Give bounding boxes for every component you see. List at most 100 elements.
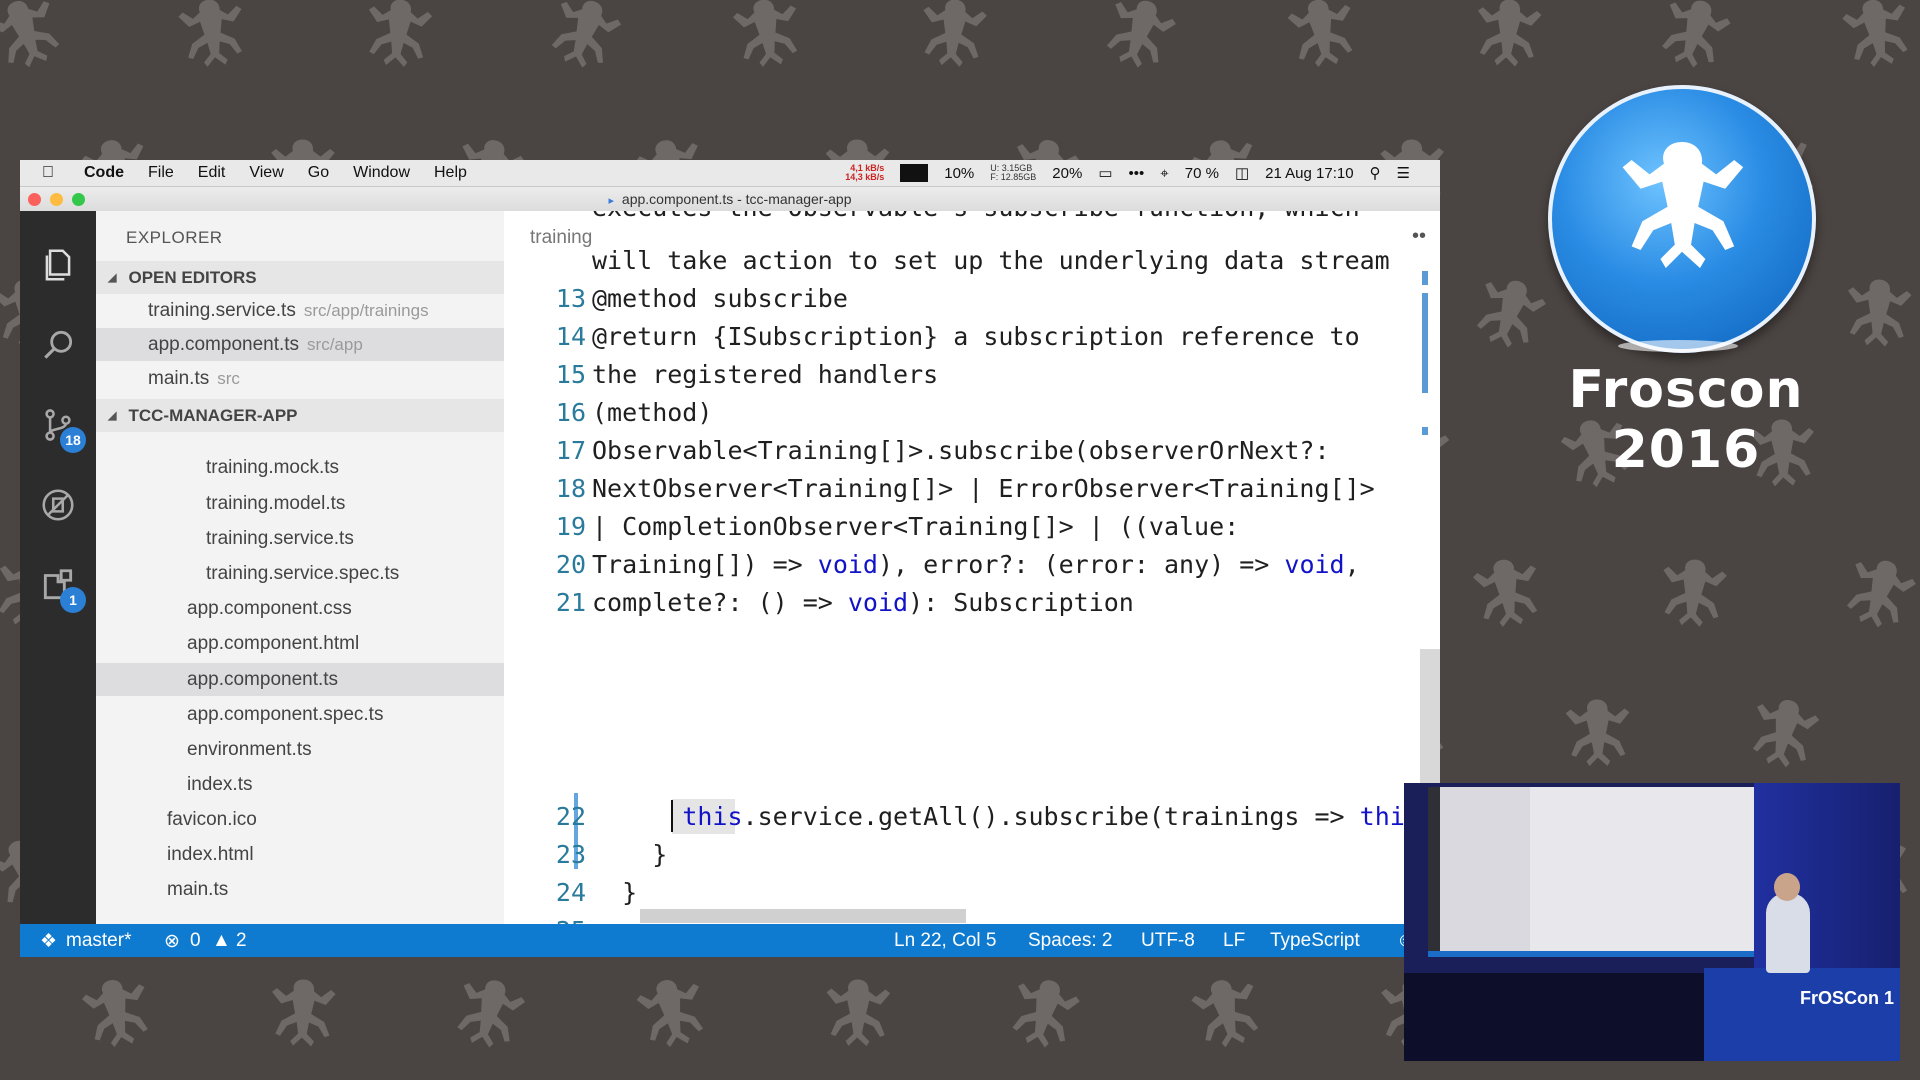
line-number: 21 [555,587,586,617]
error-count[interactable]: 0 [190,930,201,952]
cursor-position[interactable]: Ln 22, Col 5 [894,930,996,952]
line-number: 13 [555,283,586,313]
spotlight-search-icon[interactable]: ⚲ [1370,164,1381,182]
frog-logo-icon [1622,142,1744,268]
file-item[interactable]: training.model.ts [96,487,504,520]
menu-app[interactable]: Code [84,164,124,182]
language-mode[interactable]: TypeScript [1270,930,1360,952]
indentation[interactable]: Spaces: 2 [1028,930,1113,952]
warning-count[interactable]: 2 [236,930,247,952]
window-title: ▸ app.component.ts - tcc-manager-app [20,191,1440,207]
file-item[interactable]: app.component.spec.ts [96,698,504,731]
background-frog-icon [429,959,545,1075]
keyword: void [1284,549,1345,579]
extensions-icon[interactable]: 1 [36,563,86,613]
line-text: } [592,877,638,907]
error-icon[interactable]: ⊗ [164,930,180,953]
open-editor-path: src/app/trainings [303,300,429,320]
memory-readout: U: 3.15GB F: 12.85GB [990,164,1036,182]
file-item[interactable]: training.mock.ts [96,451,504,484]
menu-window[interactable]: Window [353,164,410,182]
cpu-percent: 10% [944,164,975,182]
line-number: 23 [555,839,586,869]
search-icon[interactable] [36,323,80,367]
activity-bar: 18 1 [20,211,96,924]
background-frog-icon [1549,689,1646,786]
keyword: void [847,587,909,617]
open-editors-header[interactable]: ◢ OPEN EDITORS [96,261,504,294]
background-frog-icon [160,0,266,90]
more-icon[interactable]: •• [1412,225,1426,248]
overview-ruler-mark [1422,271,1428,285]
open-editor-item[interactable]: app.component.ts src/app [96,328,504,361]
notification-center-icon[interactable]: ☰ [1397,164,1410,182]
git-branch-icon[interactable]: ❖ [40,930,57,953]
explorer-title: EXPLORER [126,228,223,247]
file-item[interactable]: index.html [96,838,504,871]
hover-text-partial: executes the Observable's subscribe func… [592,211,1360,222]
line-text: , [1344,549,1360,579]
code-editor[interactable]: training executes the Observable's subsc… [504,211,1440,924]
line-number: 17 [555,435,586,465]
line-text: Observable<Training[]>.subscribe(observe… [592,435,1330,465]
date-time[interactable]: 21 Aug 17:10 [1265,165,1353,182]
code-line: 16 (method) [504,393,713,431]
menu-file[interactable]: File [148,164,174,182]
line-number: 19 [555,511,586,541]
wifi-icon[interactable]: ⌖ [1160,165,1168,182]
code-line: 23 } [504,835,667,873]
menu-view[interactable]: View [249,164,283,182]
more-icon[interactable]: ••• [1129,165,1145,182]
line-number: 24 [555,877,586,907]
file-item[interactable]: app.component.html [96,627,504,660]
horizontal-scrollbar[interactable] [640,909,966,923]
encoding[interactable]: UTF-8 [1141,930,1195,952]
explorer-sidebar: EXPLORER ◢ OPEN EDITORS training.service… [96,211,504,924]
explorer-icon[interactable] [36,243,80,287]
menu-go[interactable]: Go [308,164,329,182]
background-frog-icon [0,0,88,98]
git-branch[interactable]: master* [66,930,131,952]
typescript-file-icon: ▸ [608,195,615,207]
line-text: complete?: () => [592,587,848,617]
file-item[interactable]: app.component.ts [96,663,504,696]
network-speed: 4,1 kB/s 14,3 kB/s [845,164,884,182]
debug-icon[interactable] [36,483,80,527]
line-text: } [592,839,668,869]
file-item[interactable]: training.service.ts [96,522,504,555]
source-control-icon[interactable]: 18 [36,403,86,453]
editor-tab[interactable]: training [530,227,592,249]
background-frog-icon [1268,0,1377,92]
menu-edit[interactable]: Edit [198,164,226,182]
file-item[interactable]: main.ts [96,873,504,906]
background-frog-icon [809,969,906,1066]
menu-help[interactable]: Help [434,164,467,182]
project-header[interactable]: ◢ TCC-MANAGER-APP [96,399,504,432]
file-item[interactable]: app.component.css [96,592,504,625]
file-item[interactable]: favicon.ico [96,803,504,836]
file-item[interactable]: environment.ts [96,733,504,766]
line-number: 15 [555,359,586,389]
line-text: .service.getAll().subscribe(trainings => [742,801,1360,831]
code-line: 20 Training[]) => void), error?: (error: … [504,545,1360,583]
background-frog-icon [1641,546,1744,649]
warning-icon[interactable]: ▲ [212,930,231,952]
line-text: ), error?: (error: any) => [878,549,1285,579]
file-item[interactable]: training.service.spec.ts [96,557,504,590]
code-line: 19 | CompletionObserver<Training[]> | ((v… [504,507,1239,545]
line-text: @return {ISubscription} a subscription r… [592,321,1360,351]
file-item[interactable]: index.ts [96,768,504,801]
window-titlebar: ▸ app.component.ts - tcc-manager-app [20,187,1440,212]
airplay-icon[interactable]: ▭ [1098,164,1112,182]
background-frog-icon [253,968,351,1066]
background-frog-icon [1171,961,1285,1075]
apple-icon[interactable]:  [38,164,58,182]
open-editor-item[interactable]: main.ts src [96,362,504,395]
status-bar: ❖ master* ⊗ 0 ▲ 2 Ln 22, Col 5 Spaces: 2… [20,924,1440,957]
background-frog-icon [985,960,1100,1075]
code-line: 13 @method subscribe [504,279,848,317]
battery-level[interactable]: 70 % [1185,165,1219,182]
open-editor-item[interactable]: training.service.ts src/app/trainings [96,294,504,327]
text-cursor [671,800,673,832]
line-ending[interactable]: LF [1223,930,1245,952]
